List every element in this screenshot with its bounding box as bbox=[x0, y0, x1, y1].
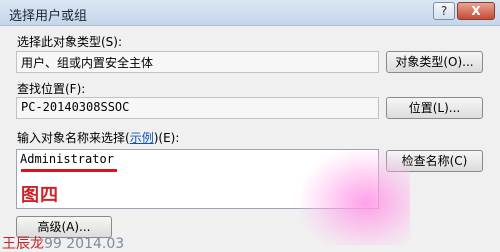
object-type-label: 选择此对象类型(S): bbox=[17, 35, 123, 49]
object-names-label: 输入对象名称来选择(示例)(E): bbox=[17, 129, 179, 146]
title-bar: 选择用户或组 ? X bbox=[0, 0, 500, 26]
object-type-field: 用户、组或内置安全主体 bbox=[16, 51, 379, 73]
locations-button[interactable]: 位置(L)... bbox=[386, 97, 483, 119]
watermark-name: 王辰龙 bbox=[2, 236, 44, 252]
annotation-caption: 图四 bbox=[21, 185, 59, 206]
location-field: PC-20140308SSOC bbox=[16, 97, 379, 119]
watermark: 王辰龙99 2014.03 bbox=[2, 233, 124, 252]
select-users-dialog: 选择用户或组 ? X 选择此对象类型(S): 用户、组或内置安全主体 对象类型(… bbox=[0, 0, 500, 252]
highlight-glow bbox=[300, 150, 410, 245]
location-label: 查找位置(F): bbox=[17, 82, 86, 96]
object-names-label-suffix: )(E): bbox=[153, 131, 180, 145]
examples-link[interactable]: 示例 bbox=[130, 131, 154, 145]
watermark-number: 99 2014.03 bbox=[44, 236, 125, 252]
annotation-underline bbox=[21, 169, 117, 172]
object-names-value[interactable]: Administrator bbox=[20, 152, 114, 166]
object-types-button[interactable]: 对象类型(O)... bbox=[386, 51, 483, 73]
object-names-label-prefix: 输入对象名称来选择( bbox=[17, 131, 130, 145]
dialog-title: 选择用户或组 bbox=[9, 9, 88, 24]
help-button[interactable]: ? bbox=[433, 2, 455, 20]
close-button[interactable]: X bbox=[457, 2, 495, 20]
